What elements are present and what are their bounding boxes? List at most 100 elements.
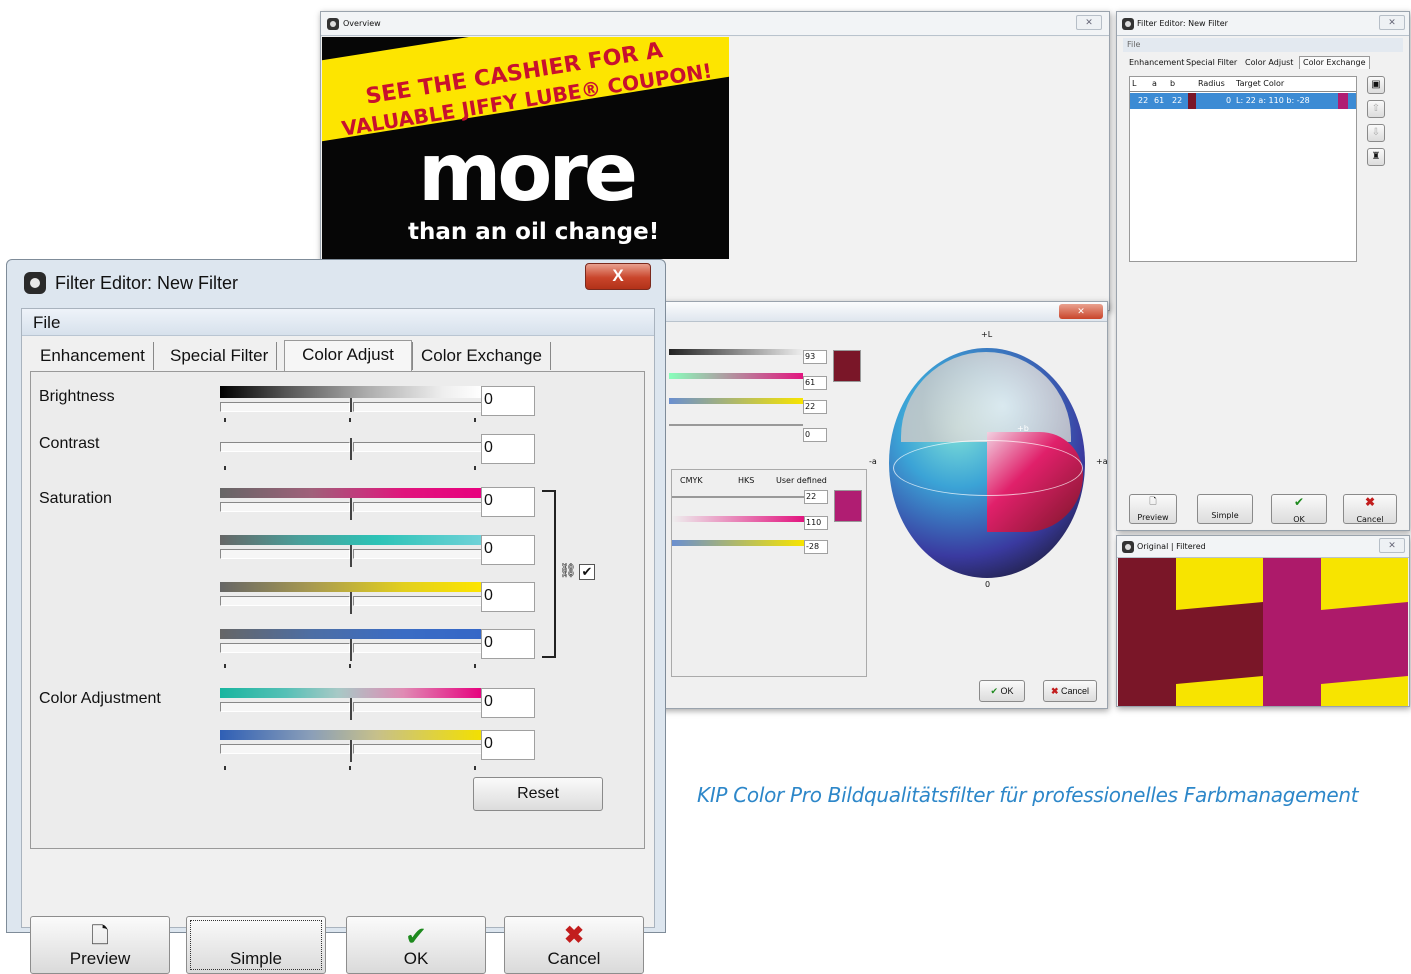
color-adjust-by-slider-left[interactable] bbox=[220, 744, 350, 754]
contrast-slider-right[interactable] bbox=[353, 442, 482, 452]
add-row-icon[interactable]: ▣ bbox=[1367, 76, 1385, 94]
source-l-field[interactable]: 93 bbox=[803, 350, 827, 364]
delete-icon[interactable]: ♜ bbox=[1367, 148, 1385, 166]
a-gradient bbox=[669, 373, 803, 379]
target-b-field[interactable]: -28 bbox=[804, 540, 828, 554]
brightness-slider-thumb[interactable] bbox=[350, 398, 352, 412]
saturation-blue-thumb[interactable] bbox=[350, 639, 352, 661]
saturation-yellow-slider-right[interactable] bbox=[353, 596, 482, 606]
contrast-value-field[interactable]: 0 bbox=[481, 434, 535, 464]
tab-color-adjust[interactable]: Color Adjust bbox=[284, 340, 412, 372]
ad-more: more bbox=[418, 126, 638, 219]
tab-color-exchange[interactable]: Color Exchange bbox=[1299, 56, 1370, 69]
saturation-blue-gradient bbox=[220, 629, 482, 639]
source-b-field[interactable]: 22 bbox=[803, 400, 827, 414]
link-checkbox[interactable]: ✔ bbox=[579, 564, 595, 580]
tab-color-adjust[interactable]: Color Adjust bbox=[1245, 58, 1293, 68]
source-a-field[interactable]: 61 bbox=[803, 376, 827, 390]
saturation-magenta-thumb[interactable] bbox=[350, 498, 352, 520]
brightness-slider-right[interactable] bbox=[353, 402, 482, 412]
target-b-gradient bbox=[672, 540, 804, 546]
preview-button[interactable]: 🗋 Preview bbox=[30, 916, 170, 974]
axis-left: -a bbox=[869, 457, 877, 466]
tab-cmyk[interactable]: CMYK bbox=[680, 476, 703, 486]
simple-button[interactable]: Simple bbox=[186, 916, 326, 974]
target-a-field[interactable]: 110 bbox=[804, 516, 828, 530]
tick bbox=[224, 766, 226, 770]
brightness-slider-left[interactable] bbox=[220, 402, 350, 412]
tab-special-filter[interactable]: Special Filter bbox=[1186, 58, 1237, 68]
cancel-button[interactable]: ✖ Cancel bbox=[1043, 680, 1097, 702]
preview-button[interactable]: 🗋 Preview bbox=[1129, 494, 1177, 524]
brightness-value-field[interactable]: 0 bbox=[481, 386, 535, 416]
saturation-yellow-thumb[interactable] bbox=[350, 592, 352, 614]
close-icon[interactable]: ✕ bbox=[1379, 15, 1405, 30]
color-adjust-cm-slider-right[interactable] bbox=[353, 702, 482, 712]
tab-special-filter[interactable]: Special Filter bbox=[162, 342, 278, 370]
tab-color-exchange[interactable]: Color Exchange bbox=[412, 342, 551, 370]
color-adjust-cm-field[interactable]: 0 bbox=[481, 688, 535, 718]
app-icon bbox=[1122, 541, 1134, 553]
color-adjust-blue-yellow-gradient bbox=[220, 730, 482, 740]
cx-titlebar: ✕ bbox=[641, 302, 1107, 322]
color-adjust-by-field[interactable]: 0 bbox=[481, 730, 535, 760]
color-adjust-by-thumb[interactable] bbox=[350, 740, 352, 762]
saturation-cyan-slider-right[interactable] bbox=[353, 549, 482, 559]
target-l-field[interactable]: 22 bbox=[804, 490, 828, 504]
color-adjust-by-slider-right[interactable] bbox=[353, 744, 482, 754]
ok-button[interactable]: ✔ OK bbox=[1271, 494, 1327, 524]
reset-button[interactable]: Reset bbox=[473, 777, 603, 811]
small-editor-menubar: File bbox=[1123, 38, 1403, 52]
color-adjust-cm-slider-left[interactable] bbox=[220, 702, 350, 712]
saturation-magenta-field[interactable]: 0 bbox=[481, 487, 535, 517]
close-button[interactable]: X bbox=[585, 263, 651, 290]
tab-enhancement[interactable]: Enhancement bbox=[32, 342, 154, 370]
cancel-button[interactable]: ✖ Cancel bbox=[504, 916, 644, 974]
preview-icon: 🗋 bbox=[1149, 496, 1157, 506]
color-exchange-table: L a b Radius Target Color 22 61 22 0 L: … bbox=[1129, 76, 1357, 262]
menu-file[interactable]: File bbox=[33, 313, 60, 333]
tab-user-defined[interactable]: User defined bbox=[776, 476, 827, 486]
brightness-label: Brightness bbox=[39, 388, 115, 405]
saturation-magenta-slider-left[interactable] bbox=[220, 502, 350, 512]
check-icon: ✔ bbox=[405, 921, 427, 951]
table-side-buttons: ▣ ⇧ ⇩ ♜ bbox=[1367, 76, 1389, 186]
close-icon[interactable]: ✕ bbox=[1076, 15, 1102, 30]
close-icon[interactable]: ✕ bbox=[1059, 304, 1103, 319]
axis-b: +b bbox=[1017, 424, 1029, 433]
simple-button[interactable]: Simple bbox=[1197, 494, 1253, 524]
tab-enhancement[interactable]: Enhancement bbox=[1129, 58, 1184, 68]
move-up-icon[interactable]: ⇧ bbox=[1367, 100, 1385, 118]
table-row[interactable]: 22 61 22 0 L: 22 a: 110 b: -28 bbox=[1130, 93, 1356, 109]
contrast-slider-thumb[interactable] bbox=[350, 438, 352, 460]
ad-sub: than an oil change! bbox=[408, 219, 660, 245]
move-down-icon[interactable]: ⇩ bbox=[1367, 124, 1385, 142]
saturation-blue-slider-right[interactable] bbox=[353, 643, 482, 653]
tab-hks[interactable]: HKS bbox=[738, 476, 754, 486]
saturation-cyan-thumb[interactable] bbox=[350, 545, 352, 567]
check-icon: ✔ bbox=[990, 686, 998, 696]
app-icon bbox=[327, 18, 339, 30]
saturation-magenta-slider-right[interactable] bbox=[353, 502, 482, 512]
source-color-cell bbox=[1188, 93, 1196, 109]
close-icon[interactable]: ✕ bbox=[1379, 538, 1405, 553]
source-r-field[interactable]: 0 bbox=[803, 428, 827, 442]
saturation-blue-field[interactable]: 0 bbox=[481, 629, 535, 659]
cancel-button[interactable]: ✖ Cancel bbox=[1343, 494, 1397, 524]
contrast-slider-left[interactable] bbox=[220, 442, 350, 452]
ok-button[interactable]: ✔ OK bbox=[346, 916, 486, 974]
saturation-cyan-field[interactable]: 0 bbox=[481, 535, 535, 565]
color-adjust-panel: Brightness 0 Contrast 0 Saturation 0 0 0… bbox=[30, 371, 645, 849]
color-adjust-cm-thumb[interactable] bbox=[350, 698, 352, 720]
saturation-cyan-slider-left[interactable] bbox=[220, 549, 350, 559]
color-adjust-cyan-magenta-gradient bbox=[220, 688, 482, 698]
saturation-blue-slider-left[interactable] bbox=[220, 643, 350, 653]
saturation-yellow-field[interactable]: 0 bbox=[481, 582, 535, 612]
saturation-yellow-slider-left[interactable] bbox=[220, 596, 350, 606]
ok-label: OK bbox=[403, 949, 429, 968]
menu-bar: File bbox=[22, 309, 654, 336]
ok-button[interactable]: ✔ OK bbox=[979, 680, 1025, 702]
chain-link-icon: ⛓ bbox=[559, 562, 577, 578]
ad-image: SEE THE CASHIER FOR A VALUABLE JIFFY LUB… bbox=[322, 37, 729, 259]
menu-file[interactable]: File bbox=[1127, 40, 1140, 50]
